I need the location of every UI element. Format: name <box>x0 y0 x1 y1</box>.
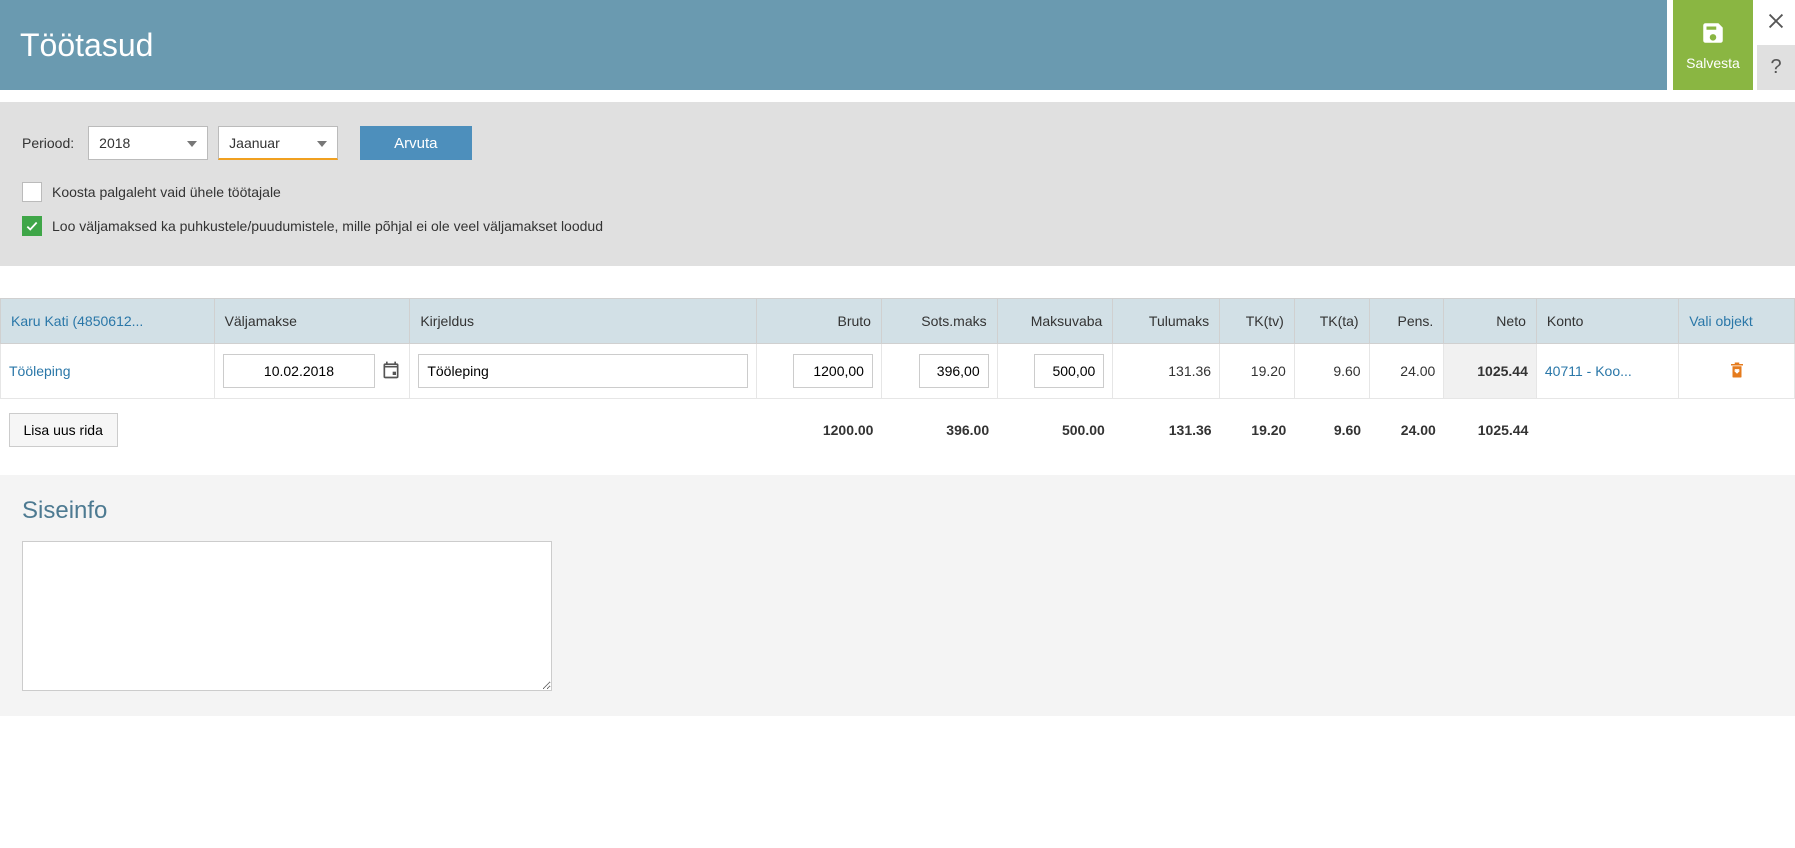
maksuvaba-input[interactable] <box>1034 354 1104 388</box>
save-icon <box>1700 20 1726 49</box>
tulumaks-cell: 131.36 <box>1113 344 1220 399</box>
th-bruto: Bruto <box>757 299 882 344</box>
siseinfo-textarea[interactable] <box>22 541 552 691</box>
calendar-icon[interactable] <box>381 360 401 383</box>
description-input[interactable] <box>418 354 748 388</box>
payout-date-input[interactable] <box>223 354 376 388</box>
total-tktv: 19.20 <box>1220 399 1295 462</box>
totals-row: Lisa uus rida 1200.00 396.00 500.00 131.… <box>1 399 1795 462</box>
delete-row-icon[interactable] <box>1728 366 1746 382</box>
calculate-button[interactable]: Arvuta <box>360 126 471 160</box>
sots-input[interactable] <box>919 354 989 388</box>
neto-cell: 1025.44 <box>1444 344 1537 399</box>
total-bruto: 1200.00 <box>757 399 882 462</box>
single-employee-checkbox[interactable] <box>22 182 42 202</box>
create-payments-label: Loo väljamaksed ka puhkustele/puudumiste… <box>52 218 603 234</box>
total-pens: 24.00 <box>1369 399 1444 462</box>
th-tulumaks: Tulumaks <box>1113 299 1220 344</box>
th-valiobjekt[interactable]: Vali objekt <box>1679 299 1795 344</box>
create-payments-checkbox[interactable] <box>22 216 42 236</box>
total-maksuvaba: 500.00 <box>997 399 1113 462</box>
tktv-cell: 19.20 <box>1220 344 1295 399</box>
th-employee[interactable]: Karu Kati (4850612... <box>1 299 215 344</box>
table-row: Tööleping 131.36 19.20 9.60 24.00 1025.4… <box>1 344 1795 399</box>
row-type-link[interactable]: Tööleping <box>9 363 206 379</box>
close-icon <box>1765 10 1787 35</box>
total-sots: 396.00 <box>881 399 997 462</box>
th-payout: Väljamakse <box>214 299 410 344</box>
siseinfo-title: Siseinfo <box>22 497 1773 525</box>
save-label: Salvesta <box>1686 55 1740 71</box>
total-neto: 1025.44 <box>1444 399 1537 462</box>
tkta-cell: 9.60 <box>1294 344 1369 399</box>
th-pens: Pens. <box>1369 299 1444 344</box>
filter-panel: Periood: 2018 Jaanuar Arvuta Koosta palg… <box>0 102 1795 266</box>
close-button[interactable] <box>1757 0 1795 45</box>
year-dropdown[interactable]: 2018 <box>88 126 208 160</box>
th-desc: Kirjeldus <box>410 299 757 344</box>
konto-link[interactable]: 40711 - Koo... <box>1545 363 1670 379</box>
year-value: 2018 <box>99 135 130 151</box>
add-row-button[interactable]: Lisa uus rida <box>9 413 118 447</box>
total-tulumaks: 131.36 <box>1113 399 1220 462</box>
th-tkta: TK(ta) <box>1294 299 1369 344</box>
th-tktv: TK(tv) <box>1220 299 1295 344</box>
bruto-input[interactable] <box>793 354 873 388</box>
pens-cell: 24.00 <box>1369 344 1444 399</box>
month-value: Jaanuar <box>229 135 280 151</box>
save-button[interactable]: Salvesta <box>1673 0 1753 90</box>
siseinfo-panel: Siseinfo <box>0 475 1795 716</box>
month-dropdown[interactable]: Jaanuar <box>218 126 338 160</box>
th-konto: Konto <box>1536 299 1678 344</box>
th-maksuvaba: Maksuvaba <box>997 299 1113 344</box>
th-sots: Sots.maks <box>881 299 997 344</box>
th-neto: Neto <box>1444 299 1537 344</box>
page-title: Töötasud <box>20 27 153 64</box>
periood-label: Periood: <box>22 135 74 151</box>
single-employee-label: Koosta palgaleht vaid ühele töötajale <box>52 184 281 200</box>
help-button[interactable]: ? <box>1757 45 1795 90</box>
total-tkta: 9.60 <box>1294 399 1369 462</box>
salary-table: Karu Kati (4850612... Väljamakse Kirjeld… <box>0 298 1795 461</box>
page-title-bar: Töötasud <box>0 0 1667 90</box>
